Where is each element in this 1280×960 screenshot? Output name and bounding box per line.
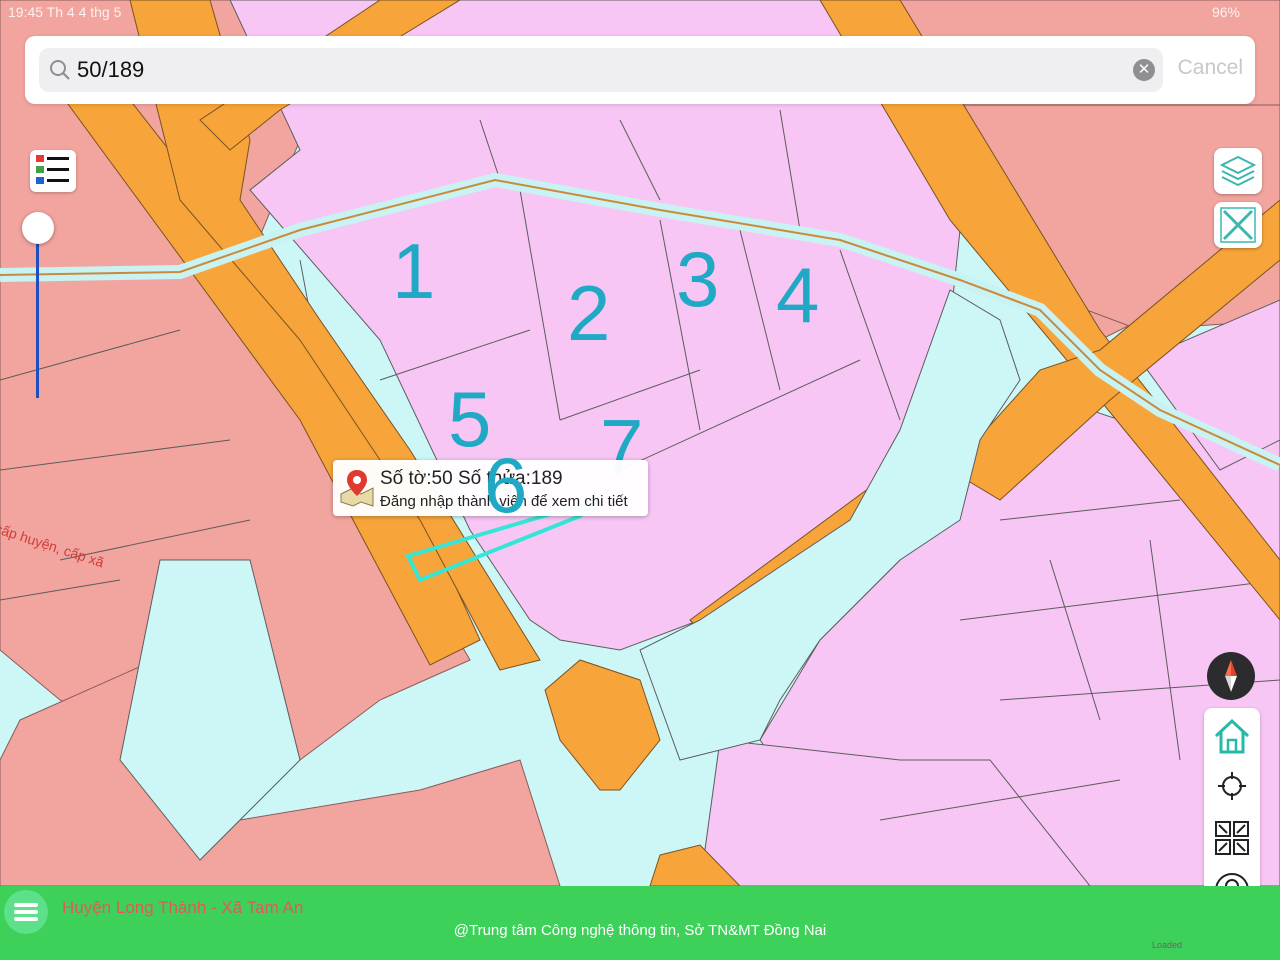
- locate-icon: [1218, 772, 1246, 800]
- status-time: 19:45 Th 4 4 thg 5: [8, 4, 122, 20]
- measure-icon: [1220, 207, 1256, 243]
- qr-icon: [1215, 821, 1249, 855]
- clear-icon[interactable]: ✕: [1133, 59, 1155, 81]
- lot-label: 4: [776, 251, 820, 339]
- compass-icon: [1225, 660, 1237, 692]
- measure-button[interactable]: [1214, 202, 1262, 248]
- locate-button[interactable]: [1210, 764, 1254, 808]
- cancel-button[interactable]: Cancel: [1178, 56, 1243, 80]
- compass-button[interactable]: [1207, 652, 1255, 700]
- slider-track: [36, 230, 39, 398]
- lot-label: 1: [392, 227, 436, 315]
- search-bar: ✕ Cancel: [25, 36, 1255, 104]
- lot-label: 2: [567, 269, 611, 357]
- home-icon: [1214, 718, 1250, 754]
- opacity-slider[interactable]: [22, 212, 54, 402]
- legend-icon: [36, 155, 69, 184]
- lot-label: 6: [484, 441, 528, 529]
- footer-credit: @Trung tâm Công nghệ thông tin, Sở TN&MT…: [453, 922, 827, 939]
- qr-button[interactable]: [1210, 816, 1254, 860]
- layers-button[interactable]: [1214, 148, 1262, 194]
- lot-label: 3: [676, 235, 720, 323]
- search-input[interactable]: [77, 54, 1077, 86]
- layers-icon: [1219, 155, 1257, 187]
- loading-status: Loaded: [1152, 940, 1183, 950]
- search-field[interactable]: ✕: [39, 48, 1163, 92]
- search-icon: [50, 60, 70, 80]
- slider-knob[interactable]: [22, 212, 54, 244]
- footer-bar: Huyện Long Thành - Xã Tam An @Trung tâm …: [0, 886, 1280, 960]
- popup-title: Số tờ:50 Số thửa:189: [380, 468, 563, 489]
- legend-button[interactable]: [30, 150, 76, 192]
- home-button[interactable]: [1210, 714, 1254, 758]
- location-title: Huyện Long Thành - Xã Tam An: [62, 898, 304, 917]
- status-battery: 96%: [1211, 4, 1240, 20]
- map-pin-icon: [340, 470, 374, 507]
